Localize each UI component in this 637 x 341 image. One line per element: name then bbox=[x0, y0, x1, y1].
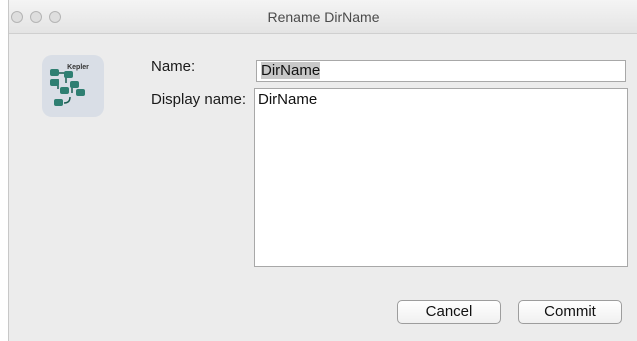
commit-button[interactable]: Commit bbox=[518, 300, 622, 324]
name-label: Name: bbox=[151, 58, 196, 75]
rename-dialog: Rename DirName Kepler Name: DirName Disp… bbox=[8, 0, 637, 341]
cancel-button[interactable]: Cancel bbox=[397, 300, 501, 324]
title-bar: Rename DirName bbox=[9, 0, 637, 34]
name-input-value: DirName bbox=[261, 62, 321, 79]
display-name-label: Display name: bbox=[151, 91, 247, 108]
kepler-logo-icon: Kepler bbox=[42, 55, 104, 117]
display-name-value: DirName bbox=[258, 91, 318, 108]
name-input[interactable]: DirName bbox=[256, 60, 626, 82]
display-name-textarea[interactable]: DirName bbox=[254, 88, 628, 267]
window-title: Rename DirName bbox=[267, 9, 380, 25]
kepler-logo-text: Kepler bbox=[67, 64, 89, 71]
